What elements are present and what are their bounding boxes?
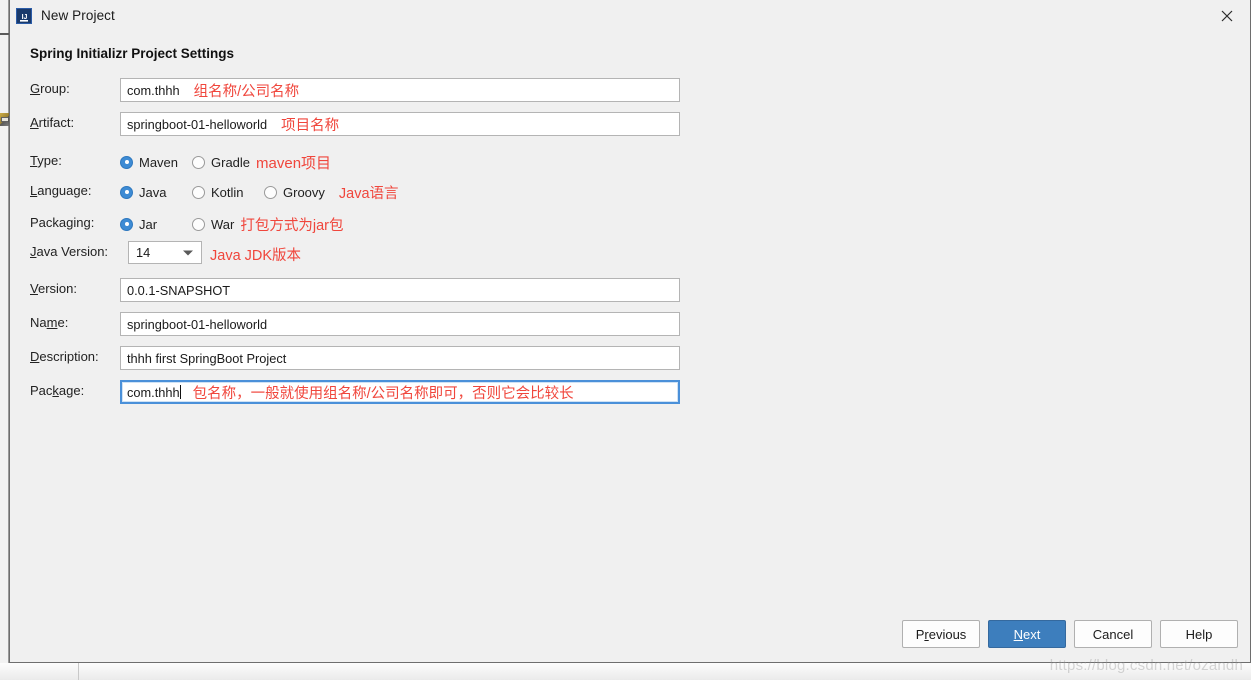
language-option-label-0: Java — [139, 184, 167, 200]
packaging-annotation: 打包方式为jar包 — [240, 217, 344, 234]
radio-indicator-groovy — [264, 185, 277, 199]
radio-indicator-kotlin — [192, 185, 205, 199]
type-radio-group: Maven Gradle maven项目 — [120, 150, 331, 174]
java-version-select[interactable]: 14 — [128, 241, 202, 264]
language-radio-groovy[interactable]: Groovy — [264, 185, 325, 200]
previous-button[interactable]: Previous — [902, 620, 980, 648]
dialog-titlebar: IJ New Project — [10, 0, 1250, 33]
description-input[interactable]: thhh first SpringBoot Project — [120, 346, 680, 370]
java-version-annotation: Java JDK版本 — [210, 248, 302, 264]
group-annotation: 组名称/公司名称 — [193, 83, 300, 100]
group-label: Group: — [30, 81, 70, 96]
cancel-button[interactable]: Cancel — [1074, 620, 1152, 648]
group-value: com.thhh — [127, 82, 180, 98]
radio-indicator-java — [120, 185, 133, 199]
taskbar-separator — [78, 663, 79, 680]
language-option-label-1: Kotlin — [211, 184, 244, 200]
packaging-label: Packaging: — [30, 215, 95, 230]
row-artifact: Artifact: springboot-01-helloworld 项目名称 — [10, 112, 1250, 136]
name-label: Name: — [30, 315, 69, 330]
background-toolbar-line — [0, 33, 9, 35]
java-version-label: Java Version: — [30, 244, 109, 259]
type-annotation: maven项目 — [256, 154, 332, 172]
artifact-input[interactable]: springboot-01-helloworld 项目名称 — [120, 112, 680, 136]
version-value: 0.0.1-SNAPSHOT — [127, 282, 231, 298]
row-type: Type: Maven Gradle maven项目 — [10, 150, 1250, 174]
close-icon[interactable] — [1204, 0, 1250, 31]
intellij-idea-icon: IJ — [16, 8, 32, 24]
row-packaging: Packaging: Jar War 打包方式为jar包 — [10, 212, 1250, 236]
artifact-value: springboot-01-helloworld — [127, 116, 268, 132]
name-value: springboot-01-helloworld — [127, 316, 268, 332]
description-value: thhh first SpringBoot Project — [127, 350, 287, 366]
version-label: Version: — [30, 281, 77, 296]
help-button[interactable]: Help — [1160, 620, 1238, 648]
type-label: Type: — [30, 153, 62, 168]
language-label: Language: — [30, 183, 92, 198]
artifact-label: Artifact: — [30, 115, 75, 130]
packaging-radio-war[interactable]: War — [192, 217, 234, 232]
package-annotation: 包名称，一般就使用组名称/公司名称即可，否则它会比较长 — [192, 385, 574, 402]
chevron-down-icon — [183, 250, 193, 255]
new-project-dialog: IJ New Project Spring Initializr Project… — [9, 0, 1251, 663]
type-option-label-1: Gradle — [211, 154, 251, 170]
taskbar — [0, 663, 1251, 680]
row-name: Name: springboot-01-helloworld — [10, 312, 1250, 336]
package-input[interactable]: com.thhh 包名称，一般就使用组名称/公司名称即可，否则它会比较长 — [120, 380, 680, 404]
row-version: Version: 0.0.1-SNAPSHOT — [10, 278, 1250, 302]
version-input[interactable]: 0.0.1-SNAPSHOT — [120, 278, 680, 302]
packaging-option-label-1: War — [211, 216, 235, 232]
language-radio-group: Java Kotlin Groovy Java语言 — [120, 180, 399, 204]
previous-button-label: Previous — [915, 626, 967, 642]
dialog-title: New Project — [41, 8, 115, 23]
language-radio-java[interactable]: Java — [120, 185, 192, 200]
radio-indicator-jar — [120, 217, 133, 231]
section-title: Spring Initializr Project Settings — [30, 46, 235, 61]
row-group: Group: com.thhh 组名称/公司名称 — [10, 78, 1250, 102]
language-radio-kotlin[interactable]: Kotlin — [192, 185, 264, 200]
java-version-value: 14 — [136, 245, 151, 260]
dialog-button-bar: Previous Next Cancel Help — [902, 620, 1238, 648]
language-option-label-2: Groovy — [283, 184, 325, 200]
package-label: Package: — [30, 383, 85, 398]
packaging-option-label-0: Jar — [139, 216, 158, 232]
dialog-content: Spring Initializr Project Settings Group… — [10, 32, 1250, 662]
artifact-annotation: 项目名称 — [281, 117, 340, 134]
radio-indicator-war — [192, 217, 205, 231]
type-option-label-0: Maven — [139, 154, 179, 170]
background-window-strip — [0, 0, 9, 663]
radio-indicator-maven — [120, 155, 133, 169]
type-radio-gradle[interactable]: Gradle — [192, 155, 250, 170]
next-button[interactable]: Next — [988, 620, 1066, 648]
description-label: Description: — [30, 349, 99, 364]
next-button-label: Next — [1013, 626, 1041, 642]
row-description: Description: thhh first SpringBoot Proje… — [10, 346, 1250, 370]
package-value: com.thhh — [127, 384, 180, 400]
row-language: Language: Java Kotlin Groovy Java语言 — [10, 180, 1250, 204]
cancel-button-label: Cancel — [1092, 626, 1134, 642]
packaging-radio-group: Jar War 打包方式为jar包 — [120, 212, 343, 236]
name-input[interactable]: springboot-01-helloworld — [120, 312, 680, 336]
packaging-radio-jar[interactable]: Jar — [120, 217, 192, 232]
language-annotation: Java语言 — [338, 185, 399, 202]
text-caret — [179, 385, 181, 399]
row-package: Package: com.thhh 包名称，一般就使用组名称/公司名称即可，否则… — [10, 380, 1250, 404]
row-java-version: Java Version: 14 Java JDK版本 — [10, 241, 1250, 265]
type-radio-maven[interactable]: Maven — [120, 155, 192, 170]
group-input[interactable]: com.thhh 组名称/公司名称 — [120, 78, 680, 102]
help-button-label: Help — [1185, 626, 1213, 642]
radio-indicator-gradle — [192, 155, 205, 169]
